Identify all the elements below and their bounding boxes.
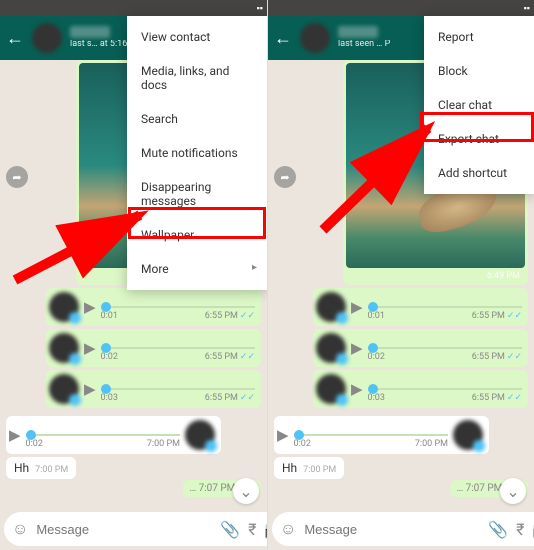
avatar [316,333,346,363]
emoji-icon[interactable]: ☺ [280,519,296,539]
voice-message[interactable]: ▶ 0:026:55 PM✓✓ [46,329,261,367]
avatar[interactable] [32,23,62,53]
menu-view-contact[interactable]: View contact [127,20,267,54]
text-message-received[interactable]: Hh7:00 PM [274,457,344,479]
message-input[interactable] [36,522,212,537]
menu-clear-chat[interactable]: Clear chat [424,88,534,122]
text-message-received[interactable]: Hh7:00 PM [6,457,76,479]
avatar [453,420,483,450]
voice-message[interactable]: ▶ 0:016:55 PM✓✓ [313,288,528,326]
voice-track[interactable]: 0:027:00 PM [294,423,448,447]
message-time: 6:49 PM [487,271,520,281]
play-icon[interactable]: ▶ [9,426,21,444]
composer: ☺ 📎 ₹ 📷 🎤 [272,512,530,546]
voice-track[interactable]: 0:026:55 PM✓✓ [101,336,255,360]
avatar [49,292,79,322]
read-ticks-icon: ✓✓ [507,311,522,321]
menu-mute[interactable]: Mute notifications [127,136,267,170]
pane-left: ▪▪ ← last s… at 5:16 View contact Media,… [0,0,267,550]
message-input-pill: ☺ 📎 ₹ 📷 [272,512,534,546]
forward-icon[interactable]: ➦ [274,166,296,188]
pane-right: ▪▪ ← last seen … P Report Block Clear ch… [267,0,534,550]
mic-icon [473,440,485,452]
avatar[interactable] [300,23,330,53]
menu-disappearing[interactable]: Disappearing messages [127,170,267,218]
read-ticks-icon: ✓✓ [240,352,255,362]
mic-icon [205,440,217,452]
voice-track[interactable]: 0:027:00 PM [26,423,180,447]
composer: ☺ 📎 ₹ 📷 🎤 [4,512,263,546]
avatar [316,292,346,322]
contact-name [70,26,110,38]
mic-icon [336,312,348,324]
voice-message-received[interactable]: ▶ 0:027:00 PM [274,416,489,454]
voice-message[interactable]: ▶ 0:016:55 PM✓✓ [46,288,261,326]
contact-name [338,26,378,38]
play-icon[interactable]: ▶ [351,339,363,357]
read-ticks-icon: ✓✓ [507,393,522,403]
menu-more[interactable]: More▸ [127,252,267,286]
read-ticks-icon: ✓✓ [240,311,255,321]
avatar [185,420,215,450]
voice-track[interactable]: 0:026:55 PM✓✓ [368,336,522,360]
read-ticks-icon: ✓✓ [507,352,522,362]
voice-track[interactable]: 0:036:55 PM✓✓ [101,377,255,401]
play-icon[interactable]: ▶ [84,298,96,316]
avatar [49,374,79,404]
status-bar: ▪▪ [0,0,267,16]
mic-icon [69,394,81,406]
menu-export-chat[interactable]: Export chat [424,122,534,156]
menu-add-shortcut[interactable]: Add shortcut [424,156,534,190]
voice-track[interactable]: 0:016:55 PM✓✓ [368,295,522,319]
voice-message[interactable]: ▶ 0:036:55 PM✓✓ [46,370,261,408]
avatar [49,333,79,363]
message-input[interactable] [304,522,480,537]
menu-search[interactable]: Search [127,102,267,136]
voice-track[interactable]: 0:036:55 PM✓✓ [368,377,522,401]
status-bar: ▪▪ [268,0,534,16]
menu-report[interactable]: Report [424,20,534,54]
play-icon[interactable]: ▶ [351,298,363,316]
payment-icon[interactable]: ₹ [248,520,256,539]
mic-icon [336,353,348,365]
menu-block[interactable]: Block [424,54,534,88]
scroll-to-bottom-icon[interactable]: ⌄ [500,478,526,504]
emoji-icon[interactable]: ☺ [12,519,28,539]
overflow-menu: View contact Media, links, and docs Sear… [127,16,267,290]
voice-message[interactable]: ▶ 0:026:55 PM✓✓ [313,329,528,367]
menu-media[interactable]: Media, links, and docs [127,54,267,102]
play-icon[interactable]: ▶ [351,380,363,398]
play-icon[interactable]: ▶ [84,380,96,398]
play-icon[interactable]: ▶ [84,339,96,357]
message-input-pill: ☺ 📎 ₹ 📷 [4,512,267,546]
avatar [316,374,346,404]
voice-track[interactable]: 0:016:55 PM✓✓ [101,295,255,319]
menu-wallpaper[interactable]: Wallpaper [127,218,267,252]
read-ticks-icon: ✓✓ [240,393,255,403]
forward-icon[interactable]: ➦ [6,166,28,188]
back-icon[interactable]: ← [274,28,292,49]
attach-icon[interactable]: 📎 [220,520,240,539]
mic-icon [336,394,348,406]
chevron-right-icon: ▸ [252,262,257,273]
voice-message[interactable]: ▶ 0:036:55 PM✓✓ [313,370,528,408]
overflow-submenu: Report Block Clear chat Export chat Add … [424,16,534,194]
voice-message-received[interactable]: ▶ 0:027:00 PM [6,416,221,454]
back-icon[interactable]: ← [6,28,24,49]
scroll-to-bottom-icon[interactable]: ⌄ [233,478,259,504]
play-icon[interactable]: ▶ [277,426,289,444]
attach-icon[interactable]: 📎 [488,520,508,539]
mic-icon [69,312,81,324]
payment-icon[interactable]: ₹ [516,520,524,539]
mic-icon [69,353,81,365]
